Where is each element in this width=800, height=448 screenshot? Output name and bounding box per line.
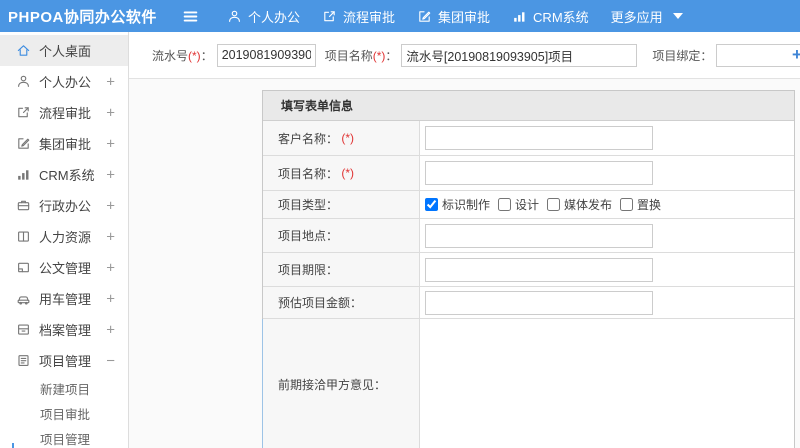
estimated-amount-label: 预估项目金额： bbox=[263, 287, 420, 318]
sidebar-subitem-new-project[interactable]: 新建项目 bbox=[0, 376, 128, 401]
checkbox-design[interactable]: 设计 bbox=[498, 196, 539, 213]
form-section-title: 填写表单信息 bbox=[263, 91, 794, 121]
serial-number-input[interactable] bbox=[216, 43, 316, 67]
expand-icon[interactable]: + bbox=[106, 135, 115, 152]
sidebar-item-personal-office[interactable]: 个人办公 + bbox=[0, 66, 128, 97]
add-binding-button[interactable]: + bbox=[792, 45, 800, 65]
clipboard-icon bbox=[18, 355, 29, 366]
top-nav: 个人办公 流程审批 集团审批 CRM系统 更多应用 bbox=[227, 7, 705, 26]
checkbox-sign-production[interactable]: 标识制作 bbox=[425, 196, 490, 213]
expand-icon[interactable]: + bbox=[106, 166, 115, 183]
sidebar-subitem-project-mgmt[interactable]: 项目管理 bbox=[0, 426, 128, 448]
book-icon bbox=[18, 231, 29, 242]
home-icon bbox=[17, 45, 30, 56]
form-row-project-duration: 项目期限： bbox=[263, 253, 794, 287]
project-name-input[interactable] bbox=[425, 161, 653, 185]
sidebar-item-admin-office[interactable]: 行政办公 + bbox=[0, 190, 128, 221]
expand-icon[interactable]: + bbox=[106, 197, 115, 214]
expand-icon[interactable]: + bbox=[106, 73, 115, 90]
form-row-project-name: 项目名称： (*) bbox=[263, 156, 794, 191]
sidebar-item-workflow-approval[interactable]: 流程审批 + bbox=[0, 97, 128, 128]
nav-crm-system[interactable]: CRM系统 bbox=[512, 7, 589, 26]
project-binding-input[interactable] bbox=[716, 43, 800, 67]
project-duration-label: 项目期限： bbox=[263, 253, 420, 286]
checkbox-exchange[interactable]: 置换 bbox=[620, 196, 661, 213]
expand-icon[interactable]: + bbox=[106, 290, 115, 307]
nav-workflow-approval[interactable]: 流程审批 bbox=[322, 7, 395, 26]
preliminary-opinion-label: 前期接洽甲方意见： bbox=[263, 319, 420, 448]
app-logo: PHPOA协同办公软件 bbox=[8, 8, 157, 26]
estimated-amount-input[interactable] bbox=[425, 290, 653, 315]
main-content: 填写表单信息 客户名称： (*) 项目名称： (*) 项目类型： 标识制作 设计… bbox=[129, 79, 800, 448]
user-icon bbox=[229, 10, 240, 22]
sidebar-item-hr[interactable]: 人力资源 + bbox=[0, 221, 128, 252]
nav-more-apps[interactable]: 更多应用 bbox=[611, 7, 683, 26]
project-name-label: 项目名称： (*) bbox=[263, 156, 420, 190]
briefcase-icon bbox=[17, 200, 30, 211]
user-icon bbox=[18, 75, 29, 87]
sidebar-item-archive-mgmt[interactable]: 档案管理 + bbox=[0, 314, 128, 345]
workflow-icon bbox=[18, 107, 29, 118]
project-title-input[interactable] bbox=[401, 43, 638, 67]
archive-icon bbox=[18, 324, 29, 335]
form-row-project-type: 项目类型： 标识制作 设计 媒体发布 置换 bbox=[263, 191, 794, 219]
hamburger-menu-icon[interactable] bbox=[182, 8, 199, 25]
record-header-bar: 流水号(*)： 项目名称(*)： 项目绑定： + bbox=[129, 32, 800, 79]
project-type-options: 标识制作 设计 媒体发布 置换 bbox=[425, 196, 669, 213]
collapse-icon[interactable]: − bbox=[106, 352, 115, 369]
serial-number-group: 流水号(*)： bbox=[152, 43, 316, 67]
customer-name-label: 客户名称： (*) bbox=[263, 121, 420, 155]
app-header: PHPOA协同办公软件 个人办公 流程审批 集团审批 CRM系统 更多应用 bbox=[0, 0, 800, 32]
edit-icon bbox=[18, 138, 30, 149]
nav-group-approval[interactable]: 集团审批 bbox=[417, 7, 490, 26]
bar-chart-icon bbox=[18, 170, 29, 180]
document-icon bbox=[18, 262, 29, 273]
sidebar-item-group-approval[interactable]: 集团审批 + bbox=[0, 128, 128, 159]
project-binding-label: 项目绑定： bbox=[652, 48, 713, 63]
bar-chart-icon bbox=[514, 11, 525, 22]
sidebar-item-vehicle-mgmt[interactable]: 用车管理 + bbox=[0, 283, 128, 314]
form-row-project-location: 项目地点： bbox=[263, 219, 794, 253]
nav-personal-office[interactable]: 个人办公 bbox=[227, 7, 300, 26]
sidebar-item-project-mgmt[interactable]: 项目管理 − bbox=[0, 345, 128, 376]
form-table: 填写表单信息 客户名称： (*) 项目名称： (*) 项目类型： 标识制作 设计… bbox=[262, 90, 795, 448]
sidebar-item-crm-system[interactable]: CRM系统 + bbox=[0, 159, 128, 190]
sidebar-subitem-project-approval[interactable]: 项目审批 bbox=[0, 401, 128, 426]
car-icon bbox=[17, 296, 30, 305]
project-binding-group: 项目绑定： bbox=[652, 43, 800, 67]
project-location-label: 项目地点： bbox=[263, 219, 420, 252]
expand-icon[interactable]: + bbox=[106, 321, 115, 338]
form-row-customer-name: 客户名称： (*) bbox=[263, 121, 794, 156]
form-row-preliminary-opinion: 前期接洽甲方意见： bbox=[262, 319, 794, 448]
form-row-estimated-amount: 预估项目金额： bbox=[263, 287, 794, 319]
edit-icon bbox=[419, 10, 431, 22]
workflow-icon bbox=[324, 10, 335, 21]
sidebar-item-personal-desktop[interactable]: 个人桌面 bbox=[0, 35, 128, 66]
sidebar-item-document-mgmt[interactable]: 公文管理 + bbox=[0, 252, 128, 283]
checkbox-media-release[interactable]: 媒体发布 bbox=[547, 196, 612, 213]
expand-icon[interactable]: + bbox=[106, 104, 115, 121]
project-duration-input[interactable] bbox=[425, 257, 653, 282]
customer-name-input[interactable] bbox=[425, 126, 653, 150]
preliminary-opinion-textarea[interactable] bbox=[420, 319, 794, 448]
project-title-label: 项目名称(*)： bbox=[324, 48, 398, 63]
chevron-down-icon bbox=[672, 13, 683, 19]
project-title-group: 项目名称(*)： bbox=[324, 43, 638, 67]
serial-number-label: 流水号(*)： bbox=[152, 48, 213, 63]
sidebar: 个人桌面 个人办公 + 流程审批 + 集团审批 + CRM系统 + 行政办公 +… bbox=[0, 32, 129, 448]
project-type-label: 项目类型： bbox=[263, 191, 420, 218]
expand-icon[interactable]: + bbox=[106, 228, 115, 245]
submenu-highlight-indicator bbox=[12, 443, 14, 448]
project-location-input[interactable] bbox=[425, 223, 653, 248]
expand-icon[interactable]: + bbox=[106, 259, 115, 276]
